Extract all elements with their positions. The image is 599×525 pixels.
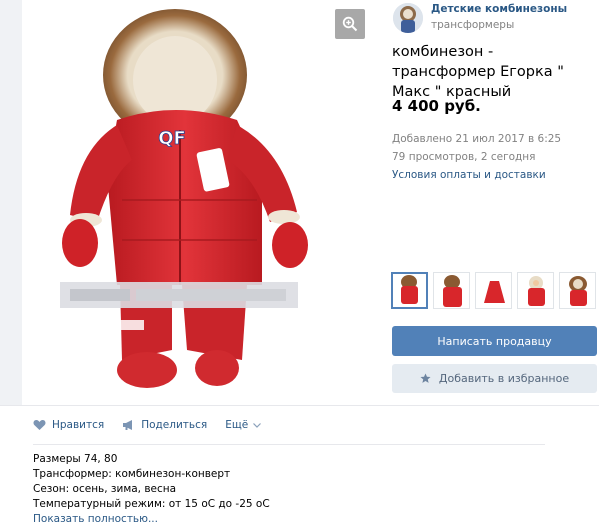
action-bar: Нравится Поделиться Ещё	[33, 419, 279, 431]
snowsuit-illustration: QF	[60, 9, 308, 388]
megaphone-icon	[123, 420, 133, 430]
thumbnail-image	[443, 275, 462, 307]
zoom-in-icon	[342, 16, 358, 32]
product-photo[interactable]: QF	[22, 0, 379, 405]
like-button[interactable]: Нравится	[33, 419, 104, 431]
star-icon	[420, 373, 431, 383]
add-to-favorites-label: Добавить в избранное	[438, 372, 570, 385]
avatar-image	[393, 3, 423, 33]
zoom-button[interactable]	[335, 9, 365, 39]
photo-viewer: QF	[0, 0, 379, 405]
description-line: Размеры 74, 80	[33, 453, 118, 465]
item-price: 4 400 руб.	[392, 97, 481, 115]
item-info-panel: Детские комбинезоны трансформеры комбине…	[379, 0, 599, 405]
share-label: Поделиться	[141, 419, 208, 431]
thumbnail-image	[484, 281, 505, 303]
thumbnail[interactable]	[391, 272, 428, 309]
seller-subtitle: трансформеры	[431, 19, 515, 31]
thumbnail[interactable]	[475, 272, 512, 309]
chevron-down-icon	[253, 422, 262, 428]
item-title: комбинезон - трансформер Егорка " Макс "…	[392, 44, 564, 100]
description-line: Температурный режим: от 15 оС до -25 оС	[33, 498, 270, 510]
divider	[33, 444, 545, 445]
thumbnail-image	[528, 276, 545, 306]
thumbnail[interactable]	[517, 272, 554, 309]
thumbnail-image	[569, 276, 587, 306]
more-button[interactable]: Ещё	[225, 419, 262, 431]
share-button[interactable]: Поделиться	[122, 419, 207, 431]
thumbnail-strip	[391, 272, 596, 309]
item-details-section: Нравится Поделиться Ещё Размеры 74, 80 Т…	[0, 405, 599, 525]
heart-icon	[33, 420, 46, 430]
views-count: 79 просмотров, 2 сегодня	[392, 151, 536, 163]
thumbnail-image	[401, 275, 418, 304]
added-date: Добавлено 21 июл 2017 в 6:25	[392, 133, 562, 145]
contact-seller-button[interactable]: Написать продавцу	[392, 326, 597, 356]
payment-delivery-link[interactable]: Условия оплаты и доставки	[392, 169, 546, 181]
show-full-link[interactable]: Показать полностью...	[33, 512, 270, 525]
thumbnail[interactable]	[559, 272, 596, 309]
like-label: Нравится	[52, 419, 105, 431]
brand-logo-text: QF	[158, 128, 186, 149]
seller-name-link[interactable]: Детские комбинезоны	[431, 3, 567, 15]
add-to-favorites-button[interactable]: Добавить в избранное	[392, 364, 597, 393]
seller-avatar[interactable]	[393, 3, 423, 33]
more-label: Ещё	[225, 419, 249, 431]
description-line: Трансформер: комбинезон-конверт	[33, 468, 231, 480]
description-line: Сезон: осень, зима, весна	[33, 483, 177, 495]
thumbnail[interactable]	[433, 272, 470, 309]
item-description: Размеры 74, 80 Трансформер: комбинезон-к…	[33, 452, 270, 525]
